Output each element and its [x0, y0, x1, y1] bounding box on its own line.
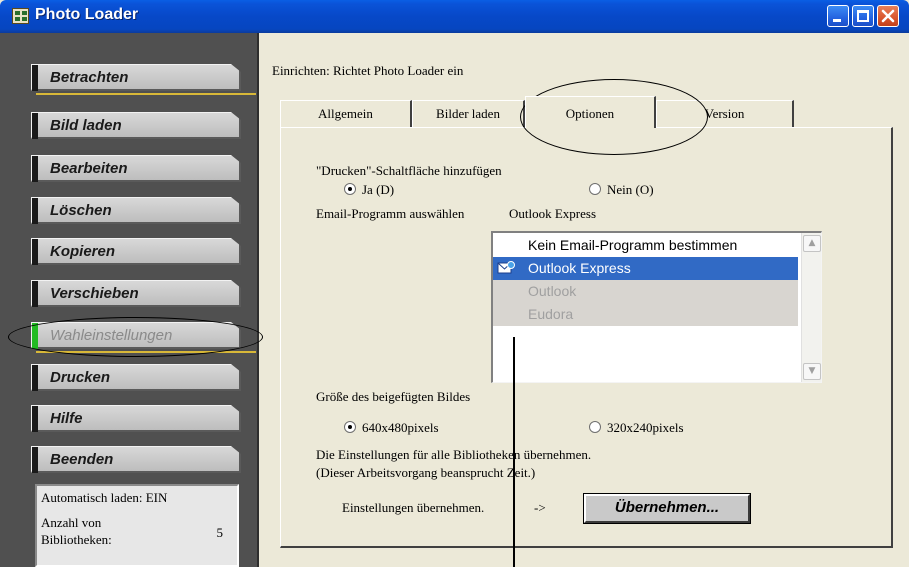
apply-info-line1: Die Einstellungen für alle Bibliotheken … [316, 447, 592, 462]
tab-label: Allgemein [318, 106, 373, 121]
sidebar-item-betrachten[interactable]: Betrachten [31, 64, 241, 91]
list-item[interactable]: Kein Email-Programm bestimmen [493, 234, 798, 257]
sidebar-item-kopieren[interactable]: Kopieren [31, 238, 241, 265]
maximize-button[interactable] [852, 5, 874, 27]
print-button-label: "Drucken"-Schaltfläche hinzufügen [316, 163, 502, 178]
sidebar-item-label: Drucken [50, 369, 111, 386]
outlook-express-icon [497, 261, 515, 274]
tab-label: Bilder laden [436, 106, 500, 121]
item-marker [32, 365, 38, 391]
apply-button[interactable]: Übernehmen... [583, 493, 751, 524]
callout-line [513, 337, 515, 567]
sidebar-item-label: Hilfe [50, 410, 83, 427]
item-marker [32, 156, 38, 182]
email-program-list[interactable]: Kein Email-Programm bestimmen Outlook Ex… [491, 231, 822, 383]
print-no-option[interactable]: Nein (O) [589, 182, 654, 198]
sidebar-item-hilfe[interactable]: Hilfe [31, 405, 241, 432]
minimize-icon [833, 19, 841, 22]
library-count-value: 5 [216, 525, 224, 540]
window-title: Photo Loader [35, 6, 139, 23]
apply-label: Einstellungen übernehmen. [342, 500, 485, 515]
size-640-option[interactable]: 640x480pixels [344, 420, 439, 436]
sidebar-item-label: Betrachten [50, 69, 129, 86]
list-item-label: Kein Email-Programm bestimmen [528, 237, 738, 253]
radio-no[interactable] [589, 183, 601, 195]
sidebar-item-beenden[interactable]: Beenden [31, 446, 241, 473]
sidebar-item-drucken[interactable]: Drucken [31, 364, 241, 391]
app-icon [12, 8, 29, 24]
radio-320[interactable] [589, 421, 601, 433]
radio-yes-label: Ja (D) [362, 182, 395, 197]
radio-640-label: 640x480pixels [362, 420, 439, 435]
sidebar-item-label: Bild laden [50, 117, 122, 134]
library-count-label: Anzahl von Bibliotheken: [41, 515, 112, 547]
close-icon [881, 9, 895, 23]
tab-label: Optionen [565, 106, 615, 121]
close-button[interactable] [877, 5, 899, 27]
list-item-label: Eudora [528, 306, 574, 322]
page-caption: Einrichten: Richtet Photo Loader ein [272, 63, 464, 78]
apply-info-line2: (Dieser Arbeitsvorgang beansprucht Zeit.… [316, 465, 536, 480]
apply-arrow: -> [534, 500, 546, 515]
sidebar-item-bild-laden[interactable]: Bild laden [31, 112, 241, 139]
radio-640[interactable] [344, 421, 356, 433]
radio-yes[interactable] [344, 183, 356, 195]
item-marker [32, 281, 38, 307]
tab-bilder-laden[interactable]: Bilder laden [412, 100, 525, 127]
list-item-disabled: Eudora [493, 303, 798, 326]
sidebar-item-loeschen[interactable]: Löschen [31, 197, 241, 224]
print-yes-option[interactable]: Ja (D) [344, 182, 394, 198]
item-marker [32, 198, 38, 224]
sidebar-item-label: Verschieben [50, 285, 139, 302]
item-marker [32, 447, 38, 473]
item-marker [32, 113, 38, 139]
sidebar-item-label: Bearbeiten [50, 160, 128, 177]
size-320-option[interactable]: 320x240pixels [589, 420, 684, 436]
status-box: Automatisch laden: EIN Anzahl von Biblio… [35, 484, 239, 567]
highlight-oval [8, 317, 263, 357]
photo-loader-window: Photo Loader Betrachten Bild laden Bearb… [0, 0, 909, 567]
image-size-label: Größe des beigefügten Bildes [316, 389, 471, 404]
item-marker [32, 65, 38, 91]
list-item-disabled: Outlook [493, 280, 798, 303]
sidebar-item-verschieben[interactable]: Verschieben [31, 280, 241, 307]
radio-no-label: Nein (O) [607, 182, 654, 197]
tab-allgemein[interactable]: Allgemein [280, 100, 412, 127]
item-marker [32, 406, 38, 432]
scroll-down-icon[interactable]: ▼ [803, 363, 821, 380]
separator [36, 93, 256, 95]
sidebar-item-bearbeiten[interactable]: Bearbeiten [31, 155, 241, 182]
title-bar[interactable]: Photo Loader [0, 0, 909, 33]
list-item-selected[interactable]: Outlook Express [493, 257, 798, 280]
email-label: Email-Programm auswählen [316, 206, 465, 221]
list-item-label: Outlook [528, 283, 577, 299]
list-item-label: Outlook Express [528, 260, 631, 276]
radio-320-label: 320x240pixels [607, 420, 684, 435]
scroll-up-icon[interactable]: ▲ [803, 235, 821, 252]
sidebar-item-label: Beenden [50, 451, 114, 468]
autoload-status: Automatisch laden: EIN [41, 490, 168, 505]
item-marker [32, 239, 38, 265]
sidebar-item-label: Löschen [50, 202, 112, 219]
sidebar-item-label: Kopieren [50, 243, 116, 260]
tab-optionen[interactable]: Optionen [525, 96, 656, 128]
minimize-button[interactable] [827, 5, 849, 27]
maximize-icon [857, 10, 869, 22]
tab-label: Version [704, 106, 745, 121]
email-current: Outlook Express [509, 206, 597, 221]
list-scrollbar[interactable]: ▲ ▼ [801, 233, 821, 382]
